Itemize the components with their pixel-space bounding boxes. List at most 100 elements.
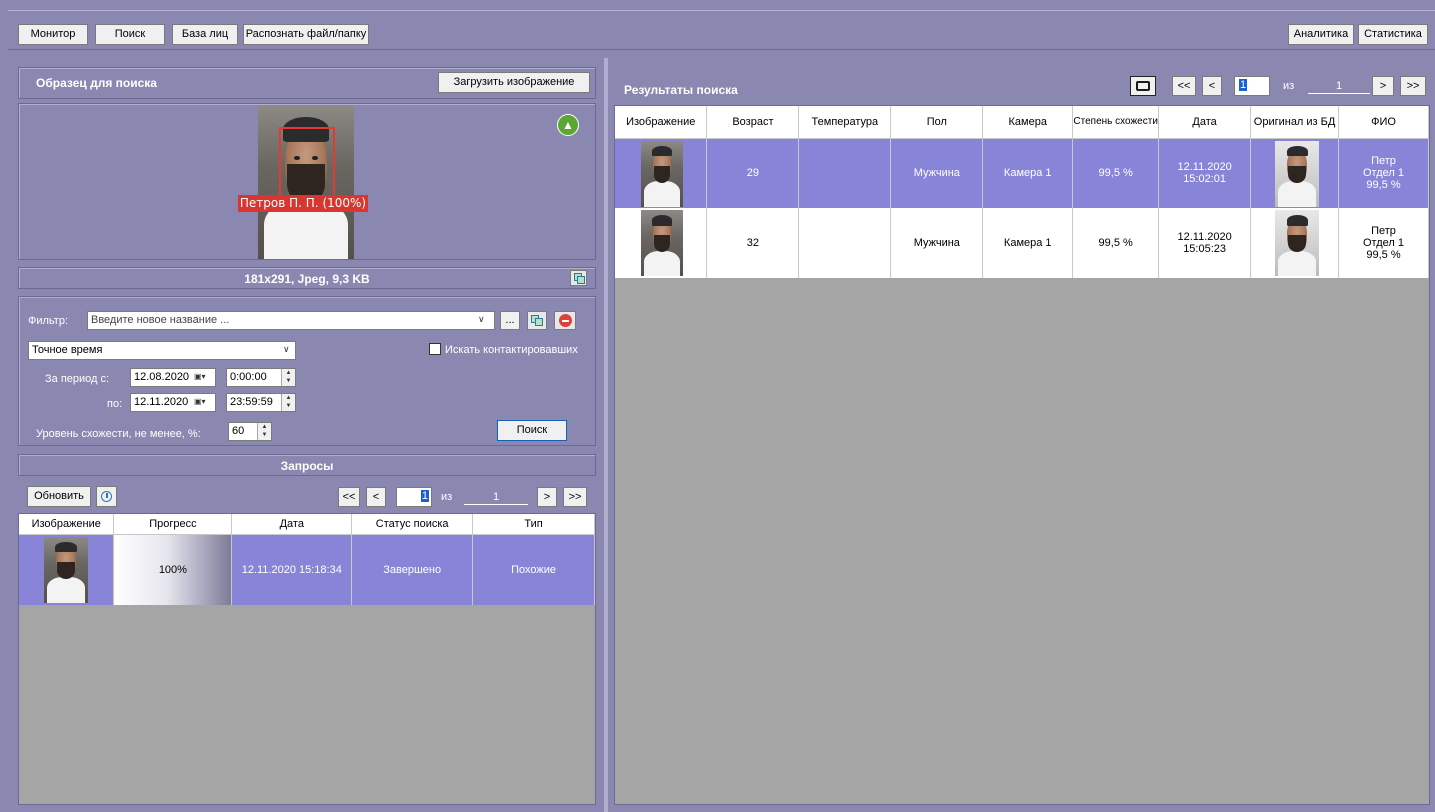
request-progress-bar: 100% [114,534,232,605]
request-status-cell: Завершено [351,534,474,605]
requests-col-image[interactable]: Изображение [19,514,115,535]
result-original-thumbnail [1275,140,1320,207]
contacts-checkbox[interactable] [429,343,441,355]
results-next-page-button[interactable]: > [1372,76,1394,96]
filter-delete-icon[interactable] [554,311,576,330]
thumbs-up-icon: ▲ [557,114,579,136]
results-last-page-button[interactable]: >> [1400,76,1426,96]
requests-page-input[interactable]: 1 [396,487,432,507]
calendar-to-icon[interactable]: ▣▾ [194,397,206,406]
upload-image-button[interactable]: Загрузить изображение [438,72,590,93]
filter-more-button[interactable]: ... [500,311,520,330]
export-icon[interactable] [1130,76,1156,96]
result-temperature-cell [798,138,892,208]
results-col-temperature[interactable]: Температура [798,106,892,139]
requests-col-progress[interactable]: Прогресс [113,514,233,535]
request-date-cell: 12.11.2020 15:18:34 [231,534,353,605]
result-date-cell: 12.11.2020 15:05:23 [1158,208,1252,278]
results-col-similarity[interactable]: Степень схожести [1072,106,1160,139]
result-date: 12.11.2020 [1177,231,1232,243]
image-info-text: 181x291, Jpeg, 9,3 KB [244,272,370,286]
result-time: 15:05:23 [1183,243,1227,255]
results-col-age[interactable]: Возраст [706,106,800,139]
result-time: 15:02:01 [1183,173,1227,186]
request-progress-text: 100% [158,563,187,576]
results-page-input[interactable]: 1 [1234,76,1270,96]
nav-search-button[interactable]: Поиск [95,24,165,45]
panel-splitter[interactable] [604,58,608,812]
result-gender-cell: Мужчина [890,138,984,208]
results-col-camera[interactable]: Камера [982,106,1074,139]
nav-statistics-button[interactable]: Статистика [1358,24,1428,45]
similarity-value: 60 [232,425,245,437]
result-fio-cell: Петр Отдел 1 99,5 % [1338,208,1429,278]
nav-analytics-button[interactable]: Аналитика [1288,24,1354,45]
result-gender-cell: Мужчина [890,208,984,278]
period-from-label: За период с: [45,373,110,385]
results-prev-page-button[interactable]: < [1202,76,1222,96]
result-original-thumbnail [1275,210,1320,276]
time-to-input[interactable]: 23:59:59 ▲ ▼ [226,393,296,412]
results-col-date[interactable]: Дата [1158,106,1252,139]
results-table-row[interactable]: 29 Мужчина Камера 1 99,5 % 12.11.2020 15:… [615,138,1429,208]
results-col-original[interactable]: Оригинал из БД [1250,106,1340,139]
requests-last-page-button[interactable]: >> [563,487,587,507]
result-similarity-cell: 99,5 % [1072,208,1160,278]
request-type-cell: Похожие [472,534,595,605]
request-face-thumbnail [44,536,88,603]
requests-prev-page-button[interactable]: < [366,487,386,507]
request-progress-cell: 100% [113,534,233,605]
results-col-gender[interactable]: Пол [890,106,984,139]
filter-name-input[interactable]: Введите новое название ... [87,311,495,330]
nav-face-db-button[interactable]: База лиц [172,24,238,45]
nav-monitor-button[interactable]: Монитор [18,24,88,45]
results-table: Изображение Возраст Температура Пол Каме… [615,106,1429,278]
results-title: Результаты поиска [624,83,738,97]
requests-table: Изображение Прогресс Дата Статус поиска … [19,514,595,605]
time-from-input[interactable]: 0:00:00 ▲ ▼ [226,368,296,387]
requests-col-status[interactable]: Статус поиска [351,514,474,535]
similarity-label: Уровень схожести, не менее, %: [36,428,201,440]
result-face-thumbnail [641,210,683,276]
timer-icon[interactable] [96,486,117,507]
result-fio-cell: Петр Отдел 1 99,5 % [1338,138,1429,208]
result-date: 12.11.2020 [1177,161,1232,174]
time-mode-chevron-icon[interactable]: ∨ [283,344,290,355]
face-match-label: Петров П. П. (100%) [238,195,368,212]
results-first-page-button[interactable]: << [1172,76,1196,96]
time-mode-select[interactable]: Точное время [28,341,296,360]
contacts-checkbox-label: Искать контактировавших [445,344,578,356]
results-table-row[interactable]: 32 Мужчина Камера 1 99,5 % 12.11.2020 15:… [615,208,1429,278]
date-to-value: 12.11.2020 [134,396,189,408]
filter-save-icon[interactable] [527,311,547,330]
search-button[interactable]: Поиск [497,420,567,441]
result-similarity-cell: 99,5 % [1072,138,1160,208]
filter-dropdown-chevron-icon[interactable]: ∨ [478,314,485,325]
result-fio-dept: Отдел 1 [1363,167,1404,180]
date-from-value: 12.08.2020 [134,371,190,383]
result-fio-score: 99,5 % [1366,179,1401,192]
results-col-fio[interactable]: ФИО [1338,106,1429,139]
filter-label: Фильтр: [28,315,69,327]
similarity-input[interactable]: 60 ▲ ▼ [228,422,272,441]
results-col-image[interactable]: Изображение [615,106,708,139]
result-temperature-cell [798,208,892,278]
nav-recognize-file-button[interactable]: Распознать файл/папку [243,24,369,45]
result-original-cell [1250,138,1340,208]
requests-col-type[interactable]: Тип [472,514,595,535]
result-fio-score: 99,5 % [1366,249,1401,261]
requests-next-page-button[interactable]: > [537,487,557,507]
calendar-from-icon[interactable]: ▣▾ [194,372,206,381]
result-image-cell [615,208,708,278]
requests-table-row[interactable]: 100% 12.11.2020 15:18:34 Завершено Похож… [19,534,595,605]
requests-col-date[interactable]: Дата [231,514,353,535]
requests-table-panel: Изображение Прогресс Дата Статус поиска … [18,513,596,805]
result-image-cell [615,138,708,208]
sample-face-image [258,105,354,259]
requests-first-page-button[interactable]: << [338,487,360,507]
result-camera-cell: Камера 1 [982,138,1074,208]
refresh-button[interactable]: Обновить [27,486,91,507]
copy-image-icon[interactable] [570,270,587,286]
result-original-cell [1250,208,1340,278]
results-page-total: 1 [1308,80,1370,94]
